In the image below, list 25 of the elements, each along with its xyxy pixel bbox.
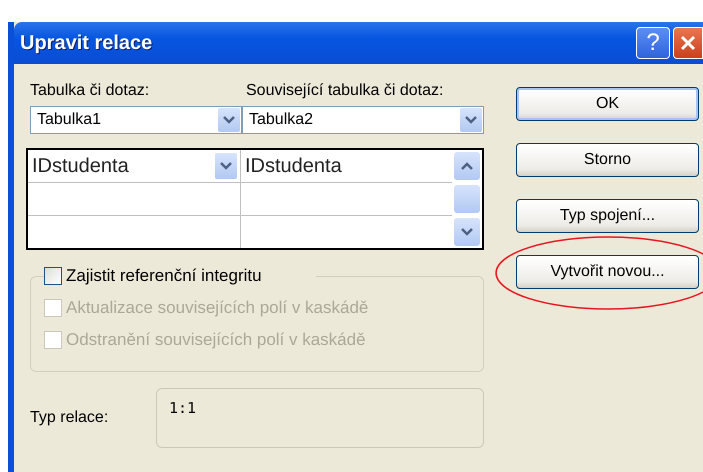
scroll-thumb[interactable] [454, 185, 480, 213]
table-dropdown[interactable]: Tabulka2 [242, 106, 484, 134]
checkbox[interactable] [44, 267, 62, 285]
dialog-button[interactable]: Storno [516, 143, 699, 177]
grid-row[interactable]: IDstudenta IDstudenta [28, 150, 452, 183]
table-label: Tabulka či dotaz: [30, 82, 150, 100]
related-table-label: Související tabulka či dotaz: [246, 82, 444, 100]
relation-type-label: Typ relace: [30, 409, 110, 427]
close-button[interactable] [673, 27, 703, 59]
dialog-button[interactable]: Typ spojení... [516, 199, 699, 233]
help-button[interactable]: ? [636, 27, 670, 59]
checkbox-label: Odstranění souvisejících polí v kaskádě [66, 330, 366, 350]
close-icon [678, 33, 698, 53]
table-dropdown[interactable]: Tabulka1 [30, 106, 242, 134]
scrollbar[interactable] [452, 150, 482, 248]
scroll-up-icon[interactable] [454, 152, 480, 180]
checkbox-label: Zajistit referenční integritu [66, 266, 262, 286]
scroll-down-icon[interactable] [454, 218, 480, 246]
field-cell[interactable]: IDstudenta [32, 154, 129, 178]
field-cell[interactable]: IDstudenta [245, 154, 342, 178]
checkbox-label: Aktualizace souvisejících polí v kaskádě [66, 298, 368, 318]
window-title: Upravit relace [20, 32, 152, 54]
relation-type-value: 1:1 [169, 399, 196, 417]
dialog-button[interactable]: Vytvořit novou... [516, 255, 699, 289]
dialog-button[interactable]: OK [516, 87, 699, 121]
